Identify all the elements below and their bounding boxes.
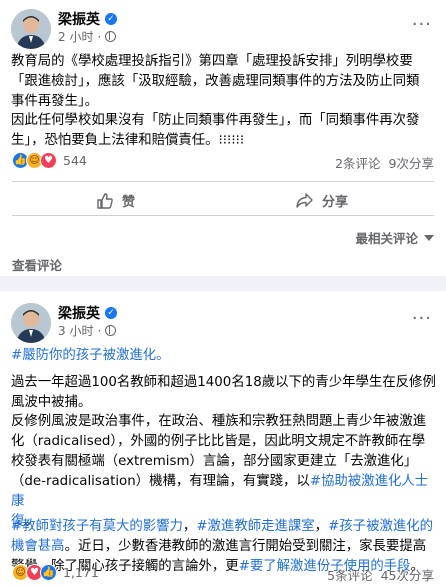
author-name-row: 梁振英 ✓ — [58, 9, 117, 29]
text-line: 事件再發生」。 — [11, 94, 99, 109]
more-options-icon[interactable]: ··· — [412, 310, 432, 328]
comment-count[interactable]: 2条评论 — [335, 153, 380, 172]
thumbs-up-icon — [97, 192, 113, 209]
post-stats: 2条评论 9次分享 — [335, 153, 434, 172]
hashtag-line: #嚴防你的孩子被激進化。 — [11, 346, 437, 366]
post-text-paragraph-1: 教育局的《學校處理投訴指引》第四章「處理投訴安排」列明學校要 「跟進檢討」，應該… — [11, 52, 437, 112]
text-line: （de-radicalisation）機構，有理論，有實踐，以#協助被激進化人士… — [11, 472, 437, 512]
hashtag-link-continued[interactable]: 機會甚高 — [11, 539, 65, 554]
share-count[interactable]: 45次分享 — [381, 565, 434, 584]
text-line: 因此任何學校如果沒有「防止同類事件再發生」，而「同類事件再次發 — [11, 113, 420, 128]
text-segment: ， — [314, 519, 329, 534]
post-card: 梁振英 ✓ 2 小时 · ··· 教育局的《學校處理投訴指引》第四章「處理投訴安… — [0, 0, 446, 276]
post-text-paragraph-2: 反修例風波是政治事件，在政治、種族和宗教狂熱問題上青少年被激進 化（radica… — [11, 412, 437, 532]
text-line: 「跟進檢討」，應該「汲取經驗，改善處理同類事件的方法及防止同類 — [11, 74, 420, 89]
post-meta: 3 小时 · — [58, 322, 117, 339]
text-line: 化（radicalised），外國的例子比比皆是，因此明文規定不許教師在學 — [11, 434, 426, 449]
separator-dot: · — [97, 29, 102, 44]
hashtag-link[interactable]: #教師對孩子有莫大的影響力 — [11, 519, 183, 534]
comment-sort-dropdown[interactable]: 最相关评论 — [355, 228, 434, 247]
divider — [12, 181, 434, 182]
share-arrow-icon — [296, 193, 313, 208]
author-avatar[interactable] — [11, 9, 51, 49]
globe-icon — [105, 31, 117, 42]
text-line: 過去一年超過100名教師和超過1400名18歲以下的青少年學生在反修例 — [11, 375, 436, 390]
author-avatar[interactable] — [11, 303, 51, 343]
view-comments-link[interactable]: 查看评论 — [12, 255, 62, 274]
share-label: 分享 — [322, 195, 349, 210]
divider — [12, 215, 434, 216]
hashtag-link[interactable]: #激進教師走進課室 — [196, 519, 314, 534]
reaction-count: 1,171 — [63, 565, 99, 580]
author-name[interactable]: 梁振英 — [58, 303, 100, 323]
post-text-paragraph-1: 過去一年超過100名教師和超過1400名18歲以下的青少年學生在反修例 風波中被… — [11, 373, 437, 413]
globe-icon — [105, 325, 117, 336]
post-meta: 2 小时 · — [58, 28, 117, 45]
like-label: 赞 — [122, 195, 136, 210]
post-stats: 5条评论 45次分享 — [327, 565, 434, 584]
reaction-count: 544 — [63, 153, 87, 168]
text-segment: （de-radicalisation）機構，有理論，有實踐，以 — [11, 474, 310, 489]
love-reaction-icon: ♥ — [40, 152, 57, 169]
sort-label: 最相关评论 — [355, 231, 418, 246]
reactions-summary[interactable]: 👍 ☺ ♥ 544 — [12, 152, 87, 169]
reactions-summary[interactable]: ☺ ♥ 👍 1,171 — [12, 564, 99, 581]
post-card: 梁振英 ✓ 3 小时 · ··· #嚴防你的孩子被激進化。 過去一年超過100名… — [0, 291, 446, 587]
more-options-icon[interactable]: ··· — [412, 16, 432, 34]
text-line: 生」，恐怕要負上法律和賠償責任。⁝⁝⁝⁝⁝⁝ — [11, 133, 245, 148]
share-count[interactable]: 9次分享 — [389, 153, 434, 172]
share-button[interactable]: 分享 — [296, 191, 348, 210]
author-name[interactable]: 梁振英 — [58, 9, 100, 29]
text-line: 風波中被捕。 — [11, 395, 92, 410]
like-reaction-icon: 👍 — [40, 564, 57, 581]
text-line: #教師對孩子有莫大的影響力，#激進教師走進課室，#孩子被激進化的 — [11, 517, 437, 537]
author-name-row: 梁振英 ✓ — [58, 303, 117, 323]
post-time[interactable]: 3 小时 — [58, 322, 93, 339]
verified-badge-icon: ✓ — [105, 307, 117, 319]
like-button[interactable]: 赞 — [97, 191, 135, 210]
post-time[interactable]: 2 小时 — [58, 28, 93, 45]
text-line: 校發表有關極端（extremism）言論，部分國家更建立「去激進化」 — [11, 454, 418, 469]
hashtag-link[interactable]: #孩子被激進化的 — [328, 519, 433, 534]
chevron-down-icon — [424, 234, 434, 241]
text-segment: 。近日，少數香港教師的激進言行開始受到關注，家長要提高 — [64, 539, 427, 554]
post-text-paragraph-2: 因此任何學校如果沒有「防止同類事件再發生」，而「同類事件再次發 生」，恐怕要負上… — [11, 111, 437, 151]
separator-dot: · — [97, 323, 102, 338]
text-line: 反修例風波是政治事件，在政治、種族和宗教狂熱問題上青少年被激進 — [11, 414, 427, 429]
text-line: 機會甚高。近日，少數香港教師的激進言行開始受到關注，家長要提高 — [11, 537, 437, 557]
comment-count[interactable]: 5条评论 — [327, 565, 372, 584]
hashtag-link[interactable]: #嚴防你的孩子被激進化。 — [11, 348, 170, 363]
text-line: 教育局的《學校處理投訴指引》第四章「處理投訴安排」列明學校要 — [11, 54, 413, 69]
text-segment: ， — [182, 519, 197, 534]
verified-badge-icon: ✓ — [105, 13, 117, 25]
